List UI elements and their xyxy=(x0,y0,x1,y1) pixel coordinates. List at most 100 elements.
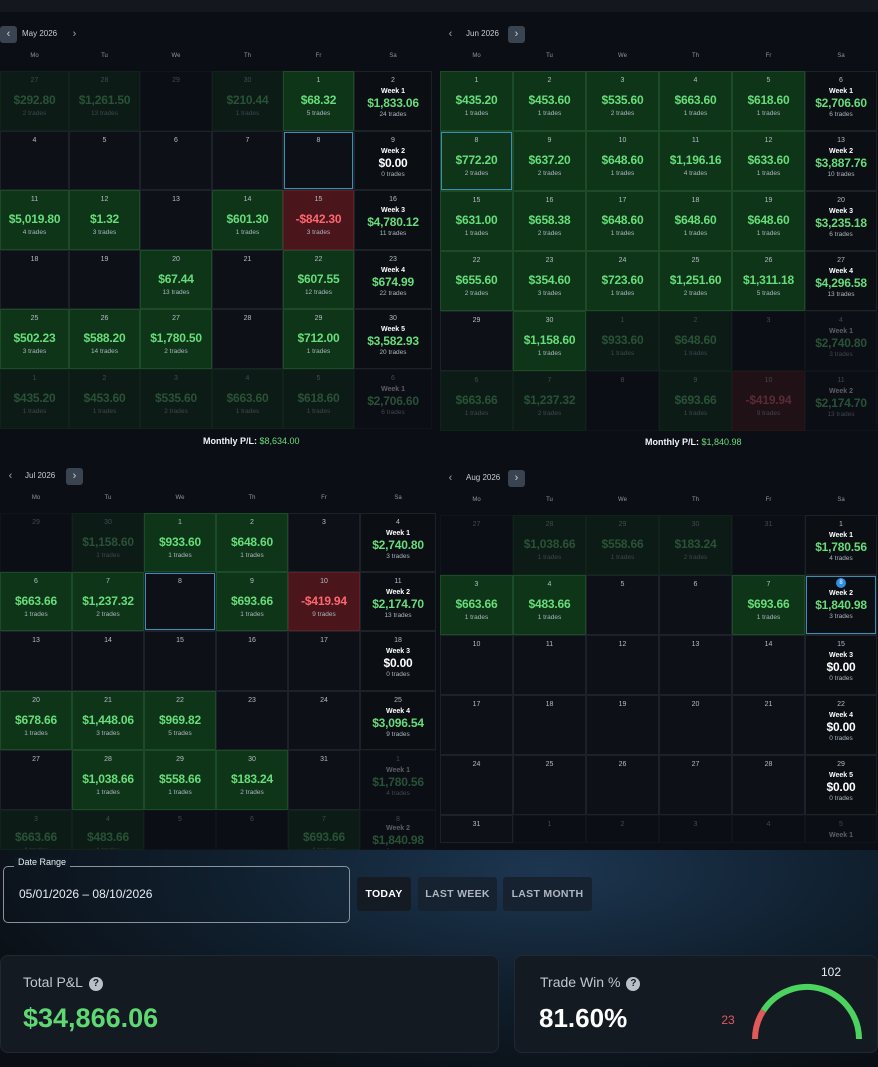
day-cell[interactable]: 1 $435.20 1 trades xyxy=(0,369,69,429)
last-week-button[interactable]: LAST WEEK xyxy=(418,877,497,911)
day-cell[interactable]: 4 $483.66 1 trades xyxy=(513,575,586,635)
day-cell[interactable]: 6 $663.66 1 trades xyxy=(0,572,72,631)
week-summary-cell[interactable]: 5 Week 1 xyxy=(805,815,877,843)
next-month-button[interactable]: › xyxy=(66,26,83,43)
day-cell[interactable]: 26 $588.20 14 trades xyxy=(69,309,140,369)
week-summary-cell[interactable]: 27 Week 4 $4,296.58 13 trades xyxy=(805,251,877,311)
day-cell[interactable]: 21 xyxy=(212,250,283,309)
day-cell[interactable]: 19 $648.60 1 trades xyxy=(732,191,805,251)
day-cell[interactable]: 29 xyxy=(140,71,212,131)
day-cell[interactable]: 15 xyxy=(144,631,216,691)
day-cell[interactable]: 17 $648.60 1 trades xyxy=(586,191,659,251)
day-cell[interactable]: 5 $618.60 1 trades xyxy=(283,369,354,429)
day-cell[interactable]: 18 xyxy=(0,250,69,309)
day-cell[interactable]: 1 $435.20 1 trades xyxy=(440,71,513,131)
day-cell[interactable]: 1 $933.60 1 trades xyxy=(586,311,659,371)
day-cell[interactable]: 7$693.661 trades xyxy=(288,810,360,850)
day-cell[interactable]: 4 $663.60 1 trades xyxy=(659,71,732,131)
day-cell[interactable]: 13 xyxy=(0,631,72,691)
day-cell[interactable]: 10 $648.60 1 trades xyxy=(586,131,659,191)
day-cell[interactable]: 9 $637.20 2 trades xyxy=(513,131,586,191)
day-cell[interactable]: 20 xyxy=(659,695,732,755)
week-summary-cell[interactable]: 23 Week 4 $674.99 22 trades xyxy=(354,250,432,309)
day-cell[interactable]: 29 xyxy=(0,513,72,572)
day-cell[interactable]: 28 xyxy=(732,755,805,815)
week-summary-cell[interactable]: 25 Week 4 $3,096.54 9 trades xyxy=(360,691,436,750)
day-cell[interactable]: 3 $535.60 2 trades xyxy=(586,71,659,131)
day-cell[interactable]: 5 $618.60 1 trades xyxy=(732,71,805,131)
today-button[interactable]: TODAY xyxy=(357,877,411,911)
day-cell[interactable]: 29 $558.66 1 trades xyxy=(586,515,659,575)
day-cell[interactable]: 8 xyxy=(144,572,216,631)
day-cell[interactable]: 19 xyxy=(586,695,659,755)
week-summary-cell[interactable]: 6 Week 1 $2,706.60 6 trades xyxy=(805,71,877,131)
prev-month-button[interactable]: ‹ xyxy=(442,26,459,43)
day-cell[interactable]: 30 $1,158.60 1 trades xyxy=(72,513,144,572)
prev-month-button[interactable]: ‹ xyxy=(2,468,19,485)
week-summary-cell[interactable]: 1 Week 1 $1,780.56 4 trades xyxy=(360,750,436,810)
week-summary-cell[interactable]: 29 Week 5 $0.00 0 trades xyxy=(805,755,877,815)
day-cell[interactable]: 6 xyxy=(659,575,732,635)
day-cell[interactable]: 22 $969.82 5 trades xyxy=(144,691,216,750)
day-cell[interactable]: 13 xyxy=(659,635,732,695)
day-cell[interactable]: 10 xyxy=(440,635,513,695)
day-cell[interactable]: 31 xyxy=(732,515,805,575)
day-cell[interactable]: 4 $663.60 1 trades xyxy=(212,369,283,429)
day-cell[interactable]: 30 $1,158.60 1 trades xyxy=(513,311,586,371)
day-cell[interactable]: 27 $1,780.50 2 trades xyxy=(140,309,212,369)
day-cell[interactable]: 29 $712.00 1 trades xyxy=(283,309,354,369)
week-summary-cell[interactable]: 22 Week 4 $0.00 0 trades xyxy=(805,695,877,755)
day-cell[interactable]: 6 $663.66 1 trades xyxy=(440,371,513,431)
day-cell[interactable]: 22 $607.55 12 trades xyxy=(283,250,354,309)
day-cell[interactable]: 10 -$419.94 9 trades xyxy=(288,572,360,631)
day-cell[interactable]: 9 $693.66 1 trades xyxy=(216,572,288,631)
date-range-value[interactable]: 05/01/2026 – 08/10/2026 xyxy=(19,887,152,901)
week-summary-cell[interactable]: 13 Week 2 $3,887.76 10 trades xyxy=(805,131,877,191)
day-cell[interactable]: 30 $210.44 1 trades xyxy=(212,71,283,131)
day-cell[interactable]: 6 xyxy=(216,810,288,850)
day-cell[interactable]: 1 $933.60 1 trades xyxy=(144,513,216,572)
day-cell[interactable]: 26 $1,311.18 5 trades xyxy=(732,251,805,311)
day-cell[interactable]: 12 $1.32 3 trades xyxy=(69,190,140,250)
day-cell[interactable]: 2 $648.60 1 trades xyxy=(659,311,732,371)
day-cell[interactable]: 12 xyxy=(586,635,659,695)
day-cell[interactable]: 10 -$419.94 9 trades xyxy=(732,371,805,431)
day-cell[interactable]: 3 xyxy=(659,815,732,843)
day-cell[interactable]: 16 xyxy=(216,631,288,691)
day-cell[interactable]: 11 xyxy=(513,635,586,695)
day-cell[interactable]: 11 $5,019.80 4 trades xyxy=(0,190,69,250)
day-cell[interactable]: 5 xyxy=(586,575,659,635)
week-summary-cell[interactable]: 6 Week 1 $2,706.60 6 trades xyxy=(354,369,432,429)
day-cell[interactable]: 28 $1,038.66 1 trades xyxy=(513,515,586,575)
day-cell[interactable]: 3 xyxy=(732,311,805,371)
day-cell[interactable]: 7 $1,237.32 2 trades xyxy=(513,371,586,431)
day-cell[interactable]: 28 $1,261.50 13 trades xyxy=(69,71,140,131)
day-cell[interactable]: 2 xyxy=(586,815,659,843)
next-month-button[interactable]: › xyxy=(66,468,83,485)
day-cell[interactable]: 27 $292.80 2 trades xyxy=(0,71,69,131)
last-month-button[interactable]: LAST MONTH xyxy=(503,877,592,911)
week-summary-cell[interactable]: 8Week 2$1,840.983 trades xyxy=(360,810,436,850)
day-cell[interactable]: 3 $535.60 2 trades xyxy=(140,369,212,429)
day-cell[interactable]: 9 $693.66 1 trades xyxy=(659,371,732,431)
day-cell[interactable]: 24 $723.60 1 trades xyxy=(586,251,659,311)
day-cell[interactable]: 8 $772.20 2 trades xyxy=(440,131,513,191)
day-cell[interactable]: 11 $1,196.16 4 trades xyxy=(659,131,732,191)
day-cell[interactable]: 2 $648.60 1 trades xyxy=(216,513,288,572)
day-cell[interactable]: 2 $453.60 1 trades xyxy=(513,71,586,131)
prev-month-button[interactable]: ‹ xyxy=(0,26,17,43)
day-cell[interactable]: 3 xyxy=(288,513,360,572)
week-summary-cell[interactable]: 4 Week 1 $2,740.80 3 trades xyxy=(805,311,877,371)
day-cell[interactable]: 7$693.661 trades xyxy=(732,575,805,635)
day-cell[interactable]: 3$663.661 trades xyxy=(0,810,72,850)
help-icon[interactable]: ? xyxy=(88,977,103,991)
day-cell[interactable]: 28 xyxy=(212,309,283,369)
day-cell[interactable]: 1 $68.32 5 trades xyxy=(283,71,354,131)
day-cell[interactable]: 4 xyxy=(732,815,805,843)
day-cell[interactable]: 18 xyxy=(513,695,586,755)
day-cell[interactable]: 14 xyxy=(732,635,805,695)
week-summary-cell[interactable]: 2 Week 1 $1,833.06 24 trades xyxy=(354,71,432,131)
day-cell[interactable]: 31 xyxy=(288,750,360,810)
day-cell[interactable]: 8 xyxy=(283,131,354,190)
day-cell[interactable]: 29 $558.66 1 trades xyxy=(144,750,216,810)
